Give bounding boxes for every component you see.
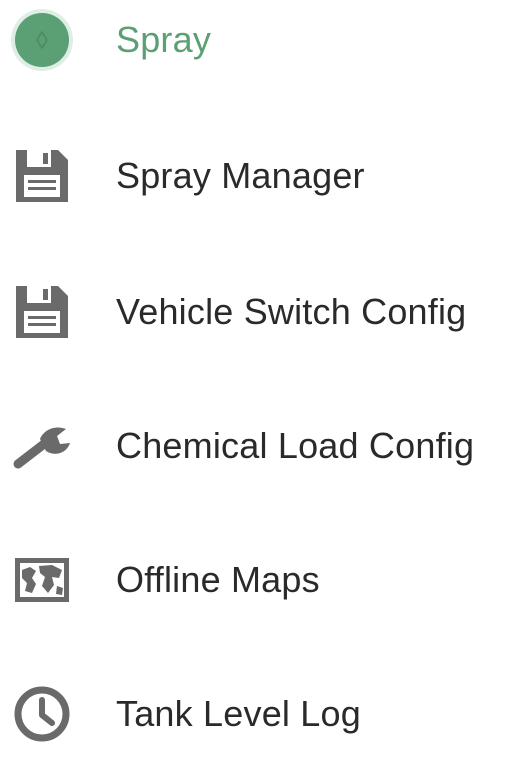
menu-item-spray-manager[interactable]: Spray Manager	[0, 116, 512, 236]
spray-circle-icon	[10, 8, 74, 72]
menu-item-vehicle-switch-config[interactable]: Vehicle Switch Config	[0, 252, 512, 372]
menu-item-label: Spray Manager	[116, 155, 365, 196]
menu-item-label: Chemical Load Config	[116, 425, 475, 466]
menu-item-label: Offline Maps	[116, 559, 320, 600]
menu-item-chemical-load-config[interactable]: Chemical Load Config	[0, 386, 512, 506]
menu-item-label: Spray	[116, 19, 212, 60]
map-icon	[10, 548, 74, 612]
menu-item-spray[interactable]: Spray	[0, 0, 512, 100]
menu-item-label: Tank Level Log	[116, 693, 361, 734]
save-icon	[10, 144, 74, 208]
clock-icon	[10, 682, 74, 746]
save-icon	[10, 280, 74, 344]
menu-item-offline-maps[interactable]: Offline Maps	[0, 520, 512, 640]
navigation-menu: Spray Spray Manager Vehicle Switch Confi…	[0, 0, 512, 742]
wrench-icon	[10, 414, 74, 478]
menu-item-label: Vehicle Switch Config	[116, 291, 467, 332]
menu-item-tank-level-log[interactable]: Tank Level Log	[0, 654, 512, 774]
